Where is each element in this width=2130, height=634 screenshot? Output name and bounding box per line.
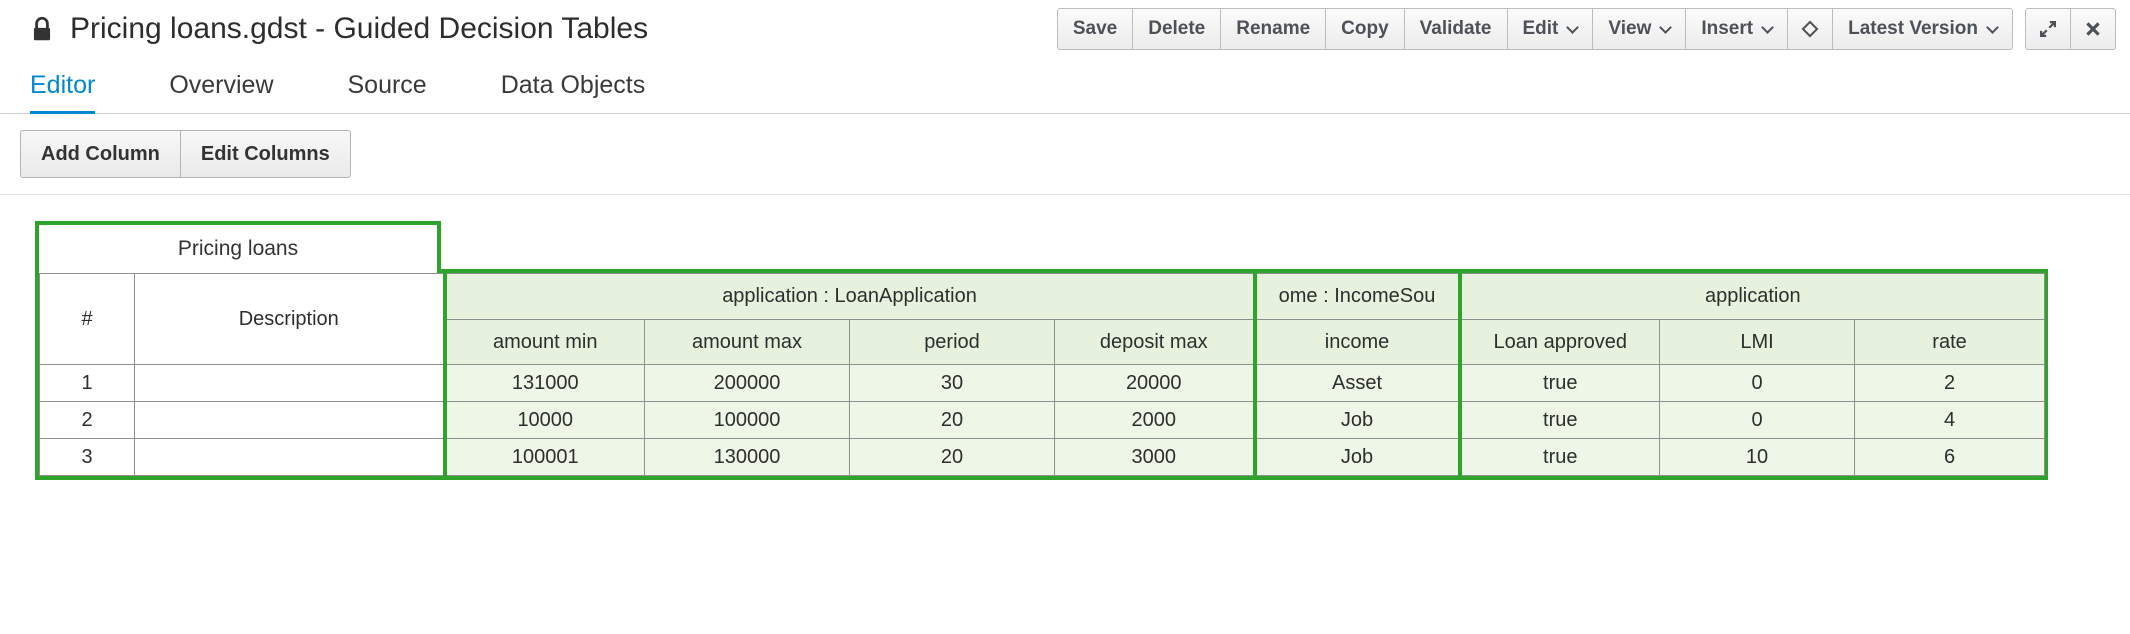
cell-period[interactable]: 30 [850,365,1055,402]
cell-loan-approved[interactable]: true [1460,402,1660,439]
cell-rate[interactable]: 6 [1855,439,2045,476]
tab-editor[interactable]: Editor [30,58,95,114]
caret-down-icon [1659,21,1672,34]
view-menu-label: View [1608,18,1651,40]
decision-table-grid: # Description application : LoanApplicat… [39,273,2045,476]
diamond-icon [1802,21,1819,38]
cell-loan-approved[interactable]: true [1460,365,1660,402]
cell-amount-max[interactable]: 200000 [645,365,850,402]
tab-source[interactable]: Source [348,58,427,114]
table-row: 2 10000 100000 20 2000 Job true 0 4 [40,402,2045,439]
cell-rate[interactable]: 2 [1855,365,2045,402]
view-menu-button[interactable]: View [1592,8,1686,50]
close-button[interactable] [2070,8,2116,50]
group-header-application[interactable]: application [1460,274,2045,320]
insert-menu-button[interactable]: Insert [1685,8,1788,50]
page-title: Pricing loans.gdst - Guided Decision Tab… [70,12,648,46]
cell-lmi[interactable]: 0 [1660,365,1855,402]
main-button-group: Save Delete Rename Copy Validate Edit Vi… [1057,8,2013,50]
decision-table: # Description application : LoanApplicat… [35,269,2048,480]
insert-menu-label: Insert [1701,18,1753,40]
close-icon [2084,20,2102,38]
expand-button[interactable] [2025,8,2071,50]
cell-deposit-max[interactable]: 3000 [1055,439,1255,476]
delete-button[interactable]: Delete [1132,8,1221,50]
cell-amount-min[interactable]: 10000 [445,402,645,439]
toolbar: Save Delete Rename Copy Validate Edit Vi… [1057,8,2116,50]
decision-table-title: Pricing loans [178,237,298,261]
column-header-loan-approved[interactable]: Loan approved [1460,320,1660,365]
group-header-loan-application[interactable]: application : LoanApplication [445,274,1255,320]
cell-lmi[interactable]: 0 [1660,402,1855,439]
table-row: 3 100001 130000 20 3000 Job true 10 6 [40,439,2045,476]
tab-overview[interactable]: Overview [169,58,273,114]
cell-amount-min[interactable]: 131000 [445,365,645,402]
expand-icon [2038,19,2058,39]
cell-period[interactable]: 20 [850,439,1055,476]
column-header-number[interactable]: # [40,274,135,365]
column-header-income[interactable]: income [1255,320,1460,365]
tab-data-objects[interactable]: Data Objects [501,58,646,114]
decision-table-area: Pricing loans # Description application … [35,221,2130,480]
column-actions-bar: Add Column Edit Columns [0,114,2130,195]
validate-button[interactable]: Validate [1404,8,1508,50]
caret-down-icon [1986,21,1999,34]
rename-button[interactable]: Rename [1220,8,1326,50]
cell-deposit-max[interactable]: 20000 [1055,365,1255,402]
edit-columns-button[interactable]: Edit Columns [180,130,351,178]
lock-icon [30,15,54,43]
column-header-lmi[interactable]: LMI [1660,320,1855,365]
titlebar: Pricing loans.gdst - Guided Decision Tab… [0,0,2130,58]
row-number-cell[interactable]: 3 [40,439,135,476]
latest-version-label: Latest Version [1848,18,1978,40]
cell-deposit-max[interactable]: 2000 [1055,402,1255,439]
row-number-cell[interactable]: 1 [40,365,135,402]
row-number-cell[interactable]: 2 [40,402,135,439]
column-header-description[interactable]: Description [135,274,445,365]
cell-rate[interactable]: 4 [1855,402,2045,439]
cell-amount-min[interactable]: 100001 [445,439,645,476]
save-button[interactable]: Save [1057,8,1133,50]
cell-income[interactable]: Job [1255,402,1460,439]
cell-period[interactable]: 20 [850,402,1055,439]
cell-amount-max[interactable]: 100000 [645,402,850,439]
group-header-row: # Description application : LoanApplicat… [40,274,2045,320]
merge-toggle-button[interactable] [1787,8,1833,50]
cell-lmi[interactable]: 10 [1660,439,1855,476]
column-header-amount-max[interactable]: amount max [645,320,850,365]
cell-income[interactable]: Asset [1255,365,1460,402]
column-header-period[interactable]: period [850,320,1055,365]
description-cell[interactable] [135,365,445,402]
title-group: Pricing loans.gdst - Guided Decision Tab… [30,12,648,46]
add-column-button[interactable]: Add Column [20,130,181,178]
column-header-amount-min[interactable]: amount min [445,320,645,365]
cell-income[interactable]: Job [1255,439,1460,476]
table-row: 1 131000 200000 30 20000 Asset true 0 2 [40,365,2045,402]
description-cell[interactable] [135,402,445,439]
column-header-deposit-max[interactable]: deposit max [1055,320,1255,365]
description-cell[interactable] [135,439,445,476]
edit-menu-label: Edit [1523,18,1559,40]
edit-menu-button[interactable]: Edit [1507,8,1594,50]
caret-down-icon [1761,21,1774,34]
group-header-income-source[interactable]: ome : IncomeSou [1255,274,1460,320]
cell-amount-max[interactable]: 130000 [645,439,850,476]
cell-loan-approved[interactable]: true [1460,439,1660,476]
decision-table-title-tab[interactable]: Pricing loans [35,221,441,273]
latest-version-dropdown[interactable]: Latest Version [1832,8,2013,50]
tab-bar: Editor Overview Source Data Objects [0,58,2130,114]
window-button-group [2025,8,2116,50]
column-header-rate[interactable]: rate [1855,320,2045,365]
guided-decision-tables-page: Pricing loans.gdst - Guided Decision Tab… [0,0,2130,634]
copy-button[interactable]: Copy [1325,8,1405,50]
caret-down-icon [1567,21,1580,34]
